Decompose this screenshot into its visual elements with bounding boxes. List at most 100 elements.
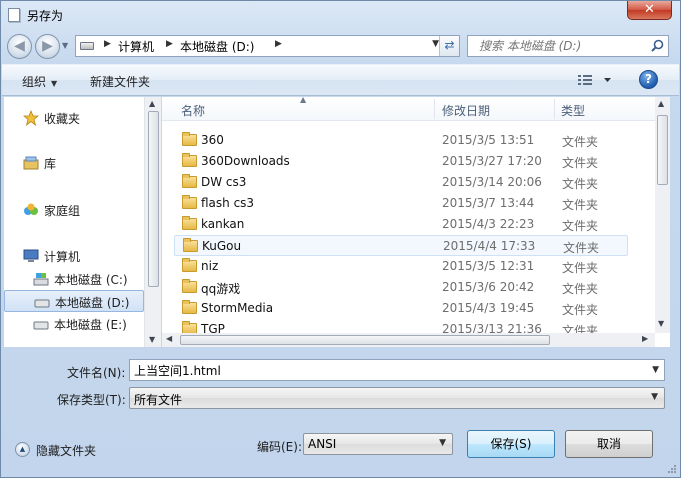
column-header-type[interactable]: 类型	[561, 102, 585, 119]
library-icon	[23, 156, 39, 170]
refresh-button[interactable]: ⇄	[439, 36, 459, 56]
breadcrumb-computer[interactable]: 计算机	[118, 38, 154, 55]
new-folder-button[interactable]: 新建文件夹	[90, 73, 150, 90]
filename-field[interactable]: ▼	[129, 359, 665, 381]
folder-icon	[183, 238, 198, 252]
file-type: 文件夹	[562, 324, 599, 333]
scroll-up-icon[interactable]: ▲	[149, 99, 155, 108]
file-name: kankan	[201, 217, 245, 231]
file-name: qq游戏	[201, 282, 241, 296]
sidebar-item-drive-e[interactable]: 本地磁盘 (E:)	[4, 313, 144, 335]
address-bar[interactable]: ▶ 计算机 ▶ 本地磁盘 (D:) ▶ ▼ ⇄	[75, 35, 460, 57]
column-header-modified[interactable]: 修改日期	[442, 102, 490, 119]
table-row[interactable]: TGP 2015/3/13 21:36 文件夹	[174, 319, 628, 333]
document-icon	[8, 8, 20, 22]
file-type: 文件夹	[562, 219, 599, 233]
hide-folders-label: 隐藏文件夹	[36, 444, 97, 458]
chevron-right-icon[interactable]: ▶	[104, 39, 111, 49]
file-modified: 2015/4/3 19:45	[442, 301, 535, 315]
cancel-button[interactable]: 取消	[565, 430, 653, 458]
forward-button[interactable]: ▶	[35, 34, 60, 59]
file-modified: 2015/3/14 20:06	[442, 175, 542, 189]
window-title: 另存为	[27, 9, 64, 23]
savetype-select[interactable]: 所有文件 ▼	[129, 387, 665, 409]
back-button[interactable]: ◀	[7, 34, 32, 59]
table-row-hovered[interactable]: KuGou 2015/4/4 17:33 文件夹	[174, 235, 628, 256]
folder-icon	[182, 321, 197, 333]
file-list-vertical-scrollbar[interactable]: ▲ ▼	[655, 97, 670, 333]
chevron-down-icon[interactable]: ▼	[652, 365, 659, 375]
organize-menu-button[interactable]: 组织 ▼	[22, 73, 57, 90]
vertical-scroll-thumb[interactable]	[657, 115, 668, 185]
file-type: 文件夹	[562, 261, 599, 275]
scroll-left-icon[interactable]: ◀	[166, 334, 172, 343]
file-type: 文件夹	[562, 303, 599, 317]
address-dropdown-button[interactable]: ▼	[432, 39, 439, 49]
column-header-name[interactable]: 名称	[181, 102, 205, 119]
horizontal-scroll-thumb[interactable]	[180, 335, 550, 345]
table-row[interactable]: flash cs3 2015/3/7 13:44 文件夹	[174, 193, 628, 214]
forward-arrow-icon: ▶	[42, 38, 53, 54]
sidebar-item-drive-c[interactable]: 本地磁盘 (C:)	[4, 268, 144, 290]
sidebar-item-label: 家庭组	[44, 204, 81, 218]
close-button[interactable]: ✕	[627, 1, 672, 20]
file-type: 文件夹	[562, 135, 599, 149]
table-row[interactable]: StormMedia 2015/4/3 19:45 文件夹	[174, 298, 628, 319]
table-row[interactable]: 360 2015/3/5 13:51 文件夹	[174, 130, 628, 151]
file-modified: 2015/4/4 17:33	[443, 239, 536, 253]
scroll-right-icon[interactable]: ▶	[642, 334, 648, 343]
column-divider[interactable]	[434, 99, 435, 119]
table-row[interactable]: qq游戏 2015/3/6 20:42 文件夹	[174, 277, 628, 298]
sidebar-item-libraries[interactable]: 库	[4, 152, 144, 174]
file-modified: 2015/3/7 13:44	[442, 196, 535, 210]
chevron-right-icon[interactable]: ▶	[166, 39, 173, 49]
folder-icon	[182, 258, 197, 272]
table-row[interactable]: niz 2015/3/5 12:31 文件夹	[174, 256, 628, 277]
column-headers: ▲ 名称 修改日期 类型	[162, 95, 655, 121]
table-row[interactable]: kankan 2015/4/3 22:23 文件夹	[174, 214, 628, 235]
file-modified: 2015/3/13 21:36	[442, 322, 542, 333]
scroll-down-icon[interactable]: ▼	[658, 319, 664, 328]
breadcrumb-drive-d[interactable]: 本地磁盘 (D:)	[180, 38, 254, 55]
file-name: 360	[201, 133, 224, 147]
sort-ascending-icon: ▲	[300, 95, 307, 104]
table-row[interactable]: 360Downloads 2015/3/27 17:20 文件夹	[174, 151, 628, 172]
file-modified: 2015/3/5 13:51	[442, 133, 535, 147]
file-modified: 2015/4/3 22:23	[442, 217, 535, 231]
search-icon[interactable]	[651, 39, 664, 52]
encoding-select[interactable]: ANSI ▼	[303, 433, 453, 455]
sidebar-scroll-thumb[interactable]	[148, 111, 159, 287]
file-name: 360Downloads	[201, 154, 290, 168]
folder-icon	[182, 216, 197, 230]
sidebar-item-label: 本地磁盘 (C:)	[54, 273, 128, 287]
organize-label: 组织	[22, 75, 47, 89]
filename-input[interactable]	[130, 360, 664, 380]
column-divider[interactable]	[554, 99, 555, 119]
sidebar-item-homegroup[interactable]: 家庭组	[4, 199, 144, 221]
file-type: 文件夹	[562, 177, 599, 191]
sidebar-item-computer[interactable]: 计算机	[4, 245, 144, 267]
recent-locations-dropdown[interactable]: ▼	[62, 41, 68, 50]
chevron-down-icon: ▼	[439, 438, 446, 448]
savetype-value: 所有文件	[134, 393, 183, 407]
scroll-down-icon[interactable]: ▼	[149, 335, 155, 344]
sidebar-item-drive-d[interactable]: 本地磁盘 (D:)	[4, 290, 144, 312]
file-list-horizontal-scrollbar[interactable]: ◀ ▶	[162, 333, 655, 347]
title-bar: 另存为 ✕	[1, 1, 680, 29]
folder-icon	[182, 195, 197, 209]
sidebar-scrollbar[interactable]: ▲ ▼	[144, 97, 161, 347]
change-view-button[interactable]	[578, 72, 618, 88]
help-icon[interactable]: ?	[639, 70, 658, 89]
save-as-dialog: 另存为 ✕ ◀ ▶ ▼ ▶ 计算机 ▶ 本地磁盘 (D:) ▶ ▼ ⇄ 组织 ▼ …	[0, 0, 681, 478]
scroll-up-icon[interactable]: ▲	[658, 99, 664, 108]
homegroup-icon	[24, 203, 38, 215]
folder-icon	[182, 300, 197, 314]
save-button[interactable]: 保存(S)	[467, 430, 555, 458]
search-box[interactable]	[467, 35, 669, 57]
resize-grip-icon[interactable]	[667, 464, 677, 474]
table-row[interactable]: DW cs3 2015/3/14 20:06 文件夹	[174, 172, 628, 193]
chevron-right-icon[interactable]: ▶	[275, 39, 282, 49]
search-input[interactable]	[468, 36, 648, 56]
sidebar-item-favorites[interactable]: 收藏夹	[4, 107, 144, 129]
folder-icon	[182, 153, 197, 167]
